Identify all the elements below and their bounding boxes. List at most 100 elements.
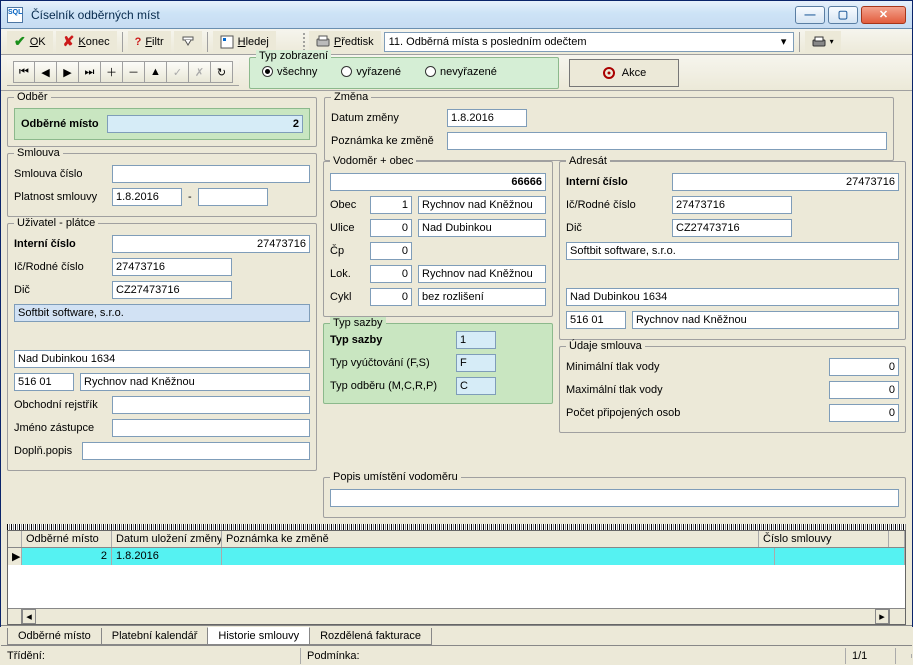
- uzivatel-ic-label: Ič/Rodné číslo: [14, 261, 106, 273]
- row-marker: ▶: [8, 548, 22, 565]
- uzivatel-ic-field[interactable]: 27473716: [112, 258, 232, 276]
- delete-button[interactable]: －: [123, 61, 145, 83]
- uzivatel-interni-field[interactable]: 27473716: [112, 235, 310, 253]
- adresat-psc-field[interactable]: 516 01: [566, 311, 626, 329]
- row-marker-header: [8, 531, 22, 547]
- min-tlak-field[interactable]: 0: [829, 358, 899, 376]
- predtisk-select[interactable]: 11. Odběrná místa s posledním odečtem▾: [384, 32, 794, 52]
- post-button[interactable]: ✓: [167, 61, 189, 83]
- adresat-addr-field[interactable]: Nad Dubinkou 1634: [566, 288, 899, 306]
- uzivatel-city-field[interactable]: Rychnov nad Kněžnou: [80, 373, 310, 391]
- app-icon: SQL: [7, 7, 23, 23]
- group-uzivatel-legend: Uživatel - plátce: [14, 217, 98, 229]
- record-nav: ⏮ ◀ ▶ ⏭ ＋ － ▲ ✓ ✗ ↻: [7, 60, 239, 86]
- filtr-clear-button[interactable]: [174, 31, 202, 53]
- prev-button[interactable]: ◀: [35, 61, 57, 83]
- group-uzivatel: Uživatel - plátce Interní číslo27473716 …: [7, 223, 317, 471]
- group-odber-legend: Odběr: [14, 91, 51, 103]
- dopln-popis-field[interactable]: [82, 442, 310, 460]
- cykl-name-field[interactable]: bez rozlišení: [418, 288, 546, 306]
- col-datum[interactable]: Datum uložení změny: [112, 531, 222, 547]
- col-misto[interactable]: Odběrné místo: [22, 531, 112, 547]
- grid-body[interactable]: ▶ 2 1.8.2016: [8, 548, 905, 608]
- osob-field[interactable]: 0: [829, 404, 899, 422]
- hscroll-right[interactable]: ▸: [875, 609, 889, 624]
- platnost-to-field[interactable]: [198, 188, 268, 206]
- lok-name-field[interactable]: Rychnov nad Kněžnou: [418, 265, 546, 283]
- history-grid: Odběrné místo Datum uložení změny Poznám…: [7, 530, 906, 625]
- obec-label: Obec: [330, 199, 364, 211]
- popis-umisteni-field[interactable]: [330, 489, 899, 507]
- close-button[interactable]: ✕: [861, 6, 906, 24]
- add-button[interactable]: ＋: [101, 61, 123, 83]
- maximize-button[interactable]: ▢: [828, 6, 858, 24]
- tab-historie-smlouvy[interactable]: Historie smlouvy: [207, 627, 310, 645]
- zmena-datum-field[interactable]: 1.8.2016: [447, 109, 527, 127]
- tab-rozdelena-fakturace[interactable]: Rozdělená fakturace: [309, 628, 432, 645]
- tab-odberne-misto[interactable]: Odběrné místo: [7, 628, 102, 645]
- grip[interactable]: [302, 32, 306, 52]
- obch-rejstrik-field[interactable]: [112, 396, 310, 414]
- radio-all[interactable]: všechny: [254, 66, 325, 78]
- group-popis-umisteni: Popis umístění vodoměru: [323, 477, 906, 518]
- ok-button[interactable]: ✔OOKK: [7, 31, 53, 53]
- zastupce-field[interactable]: [112, 419, 310, 437]
- cykl-num-field[interactable]: 0: [370, 288, 412, 306]
- max-tlak-label: Maximální tlak vody: [566, 384, 823, 396]
- cell-smlouva: [775, 548, 905, 565]
- separator: [122, 32, 123, 52]
- odberne-misto-label: Odběrné místo: [21, 118, 99, 130]
- hscroll-left[interactable]: ◂: [22, 609, 36, 624]
- ulice-name-field[interactable]: Nad Dubinkou: [418, 219, 546, 237]
- display-type-legend: Typ zobrazení: [256, 50, 331, 62]
- max-tlak-field[interactable]: 0: [829, 381, 899, 399]
- zmena-note-field[interactable]: [447, 132, 887, 150]
- platnost-from-field[interactable]: 1.8.2016: [112, 188, 182, 206]
- vodomer-head-field[interactable]: 66666: [330, 173, 546, 191]
- col-poznamka[interactable]: Poznámka ke změně: [222, 531, 759, 547]
- adresat-interni-field[interactable]: 27473716: [672, 173, 899, 191]
- ulice-label: Ulice: [330, 222, 364, 234]
- ulice-num-field[interactable]: 0: [370, 219, 412, 237]
- tab-platebni-kalendar[interactable]: Platební kalendář: [101, 628, 209, 645]
- vyuctovani-label: Typ vyúčtování (F,S): [330, 357, 450, 369]
- uzivatel-addr-field[interactable]: Nad Dubinkou 1634: [14, 350, 310, 368]
- adresat-ic-field[interactable]: 27473716: [672, 196, 792, 214]
- minimize-button[interactable]: —: [795, 6, 825, 24]
- uzivatel-dic-field[interactable]: CZ27473716: [112, 281, 232, 299]
- cykl-label: Cykl: [330, 291, 364, 303]
- cancel-button[interactable]: ✗: [189, 61, 211, 83]
- refresh-button[interactable]: ↻: [211, 61, 233, 83]
- adresat-dic-field[interactable]: CZ27473716: [672, 219, 792, 237]
- first-button[interactable]: ⏮: [13, 61, 35, 83]
- adresat-name-field[interactable]: Softbit software, s.r.o.: [566, 242, 899, 260]
- akce-button[interactable]: Akce: [569, 59, 679, 87]
- print-button[interactable]: ▾: [805, 31, 841, 53]
- uzivatel-dic-label: Dič: [14, 284, 106, 296]
- next-button[interactable]: ▶: [57, 61, 79, 83]
- konec-button[interactable]: ✘Konec: [56, 31, 117, 53]
- radio-not-discarded[interactable]: nevyřazené: [417, 66, 505, 78]
- lok-num-field[interactable]: 0: [370, 265, 412, 283]
- typ-sazby-field[interactable]: 1: [456, 331, 496, 349]
- obec-num-field[interactable]: 1: [370, 196, 412, 214]
- last-button[interactable]: ⏭: [79, 61, 101, 83]
- platnost-label: Platnost smlouvy: [14, 191, 106, 203]
- odberne-misto-field[interactable]: 2: [107, 115, 303, 133]
- adresat-city-field[interactable]: Rychnov nad Kněžnou: [632, 311, 899, 329]
- radio-discarded[interactable]: vyřazené: [333, 66, 409, 78]
- obec-name-field[interactable]: Rychnov nad Kněžnou: [418, 196, 546, 214]
- cp-field[interactable]: 0: [370, 242, 412, 260]
- uzivatel-psc-field[interactable]: 516 01: [14, 373, 74, 391]
- uzivatel-name-field[interactable]: Softbit software, s.r.o.: [14, 304, 310, 322]
- dopln-popis-label: Doplň.popis: [14, 445, 76, 457]
- col-smlouva[interactable]: Číslo smlouvy: [759, 531, 889, 547]
- display-type-panel: Typ zobrazení všechny vyřazené nevyřazen…: [249, 57, 559, 89]
- smlouva-cislo-field[interactable]: [112, 165, 310, 183]
- smlouva-cislo-label: Smlouva číslo: [14, 168, 106, 180]
- odber-type-field[interactable]: C: [456, 377, 496, 395]
- vyuctovani-field[interactable]: F: [456, 354, 496, 372]
- grid-row[interactable]: ▶ 2 1.8.2016: [8, 548, 905, 565]
- edit-button[interactable]: ▲: [145, 61, 167, 83]
- filtr-button[interactable]: ?Filtr: [128, 31, 171, 53]
